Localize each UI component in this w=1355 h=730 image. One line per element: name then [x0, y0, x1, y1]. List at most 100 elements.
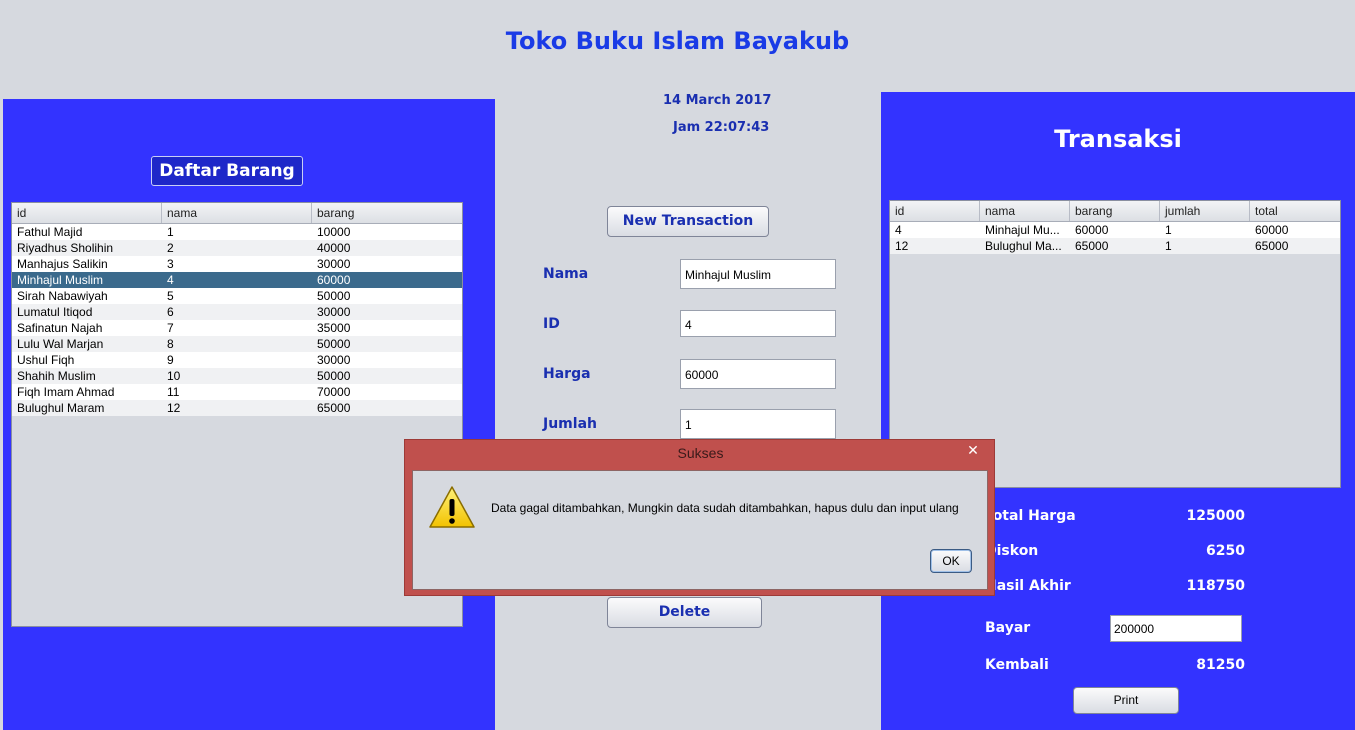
column-header-barang[interactable]: barang [312, 203, 462, 223]
table-cell: 30000 [317, 353, 351, 367]
sukses-dialog: Sukses ✕ Data gagal ditambahkan, Mungkin… [404, 439, 995, 596]
table-row[interactable]: Sirah Nabawiyah 5 50000 [12, 288, 462, 304]
table-row[interactable]: Lulu Wal Marjan 8 50000 [12, 336, 462, 352]
nama-label: Nama [543, 266, 589, 282]
table-cell: Fiqh Imam Ahmad [17, 385, 115, 399]
column-header-barang[interactable]: barang [1070, 201, 1160, 221]
hasil-akhir-value: 118750 [1186, 578, 1245, 594]
column-header-id[interactable]: id [12, 203, 162, 223]
column-header-nama[interactable]: nama [980, 201, 1070, 221]
table-cell: 40000 [317, 241, 351, 255]
table-cell: Bulughul Ma... [985, 239, 1062, 253]
table-cell: Shahih Muslim [17, 369, 96, 383]
table-cell: 60000 [1075, 223, 1109, 237]
table-cell: 30000 [317, 305, 351, 319]
id-field[interactable]: 4 [680, 310, 836, 337]
hasil-akhir-label: Hasil Akhir [985, 578, 1071, 594]
table-cell: 50000 [317, 369, 351, 383]
table-cell: Ushul Fiqh [17, 353, 75, 367]
table-row[interactable]: Lumatul Itiqod 6 30000 [12, 304, 462, 320]
dialog-body: Data gagal ditambahkan, Mungkin data sud… [412, 470, 988, 590]
date-label: 14 March 2017 [663, 93, 772, 108]
table-cell: 11 [167, 385, 180, 399]
table-cell: 60000 [317, 273, 351, 287]
table-cell: Minhajul Muslim [17, 273, 104, 287]
table-cell: 12 [167, 401, 181, 415]
daftar-barang-heading: Daftar Barang [151, 156, 303, 186]
table-cell: 4 [895, 223, 902, 237]
table-cell: 1 [1165, 239, 1172, 253]
transaksi-table-body: 4 Minhajul Mu... 60000 1 60000 12 Bulughul Ma.… [890, 222, 1340, 254]
table-cell: 70000 [317, 385, 351, 399]
barang-table-header: id nama barang [12, 203, 462, 224]
table-cell: Safinatun Najah [17, 321, 103, 335]
total-harga-label: Total Harga [985, 508, 1076, 524]
table-cell: 60000 [1255, 223, 1289, 237]
table-cell: 10 [167, 369, 181, 383]
table-row[interactable]: Fiqh Imam Ahmad 11 70000 [12, 384, 462, 400]
jumlah-label: Jumlah [543, 416, 597, 432]
jumlah-field[interactable]: 1 [680, 409, 836, 439]
table-cell: Manhajus Salikin [17, 257, 108, 271]
diskon-value: 6250 [1206, 543, 1245, 559]
table-row[interactable]: Manhajus Salikin 3 30000 [12, 256, 462, 272]
table-cell: 12 [895, 239, 909, 253]
column-header-nama[interactable]: nama [162, 203, 312, 223]
close-icon[interactable]: ✕ [958, 441, 988, 460]
table-row[interactable]: Minhajul Muslim 4 60000 [12, 272, 462, 288]
new-transaction-button[interactable]: New Transaction [607, 206, 769, 237]
table-cell: Riyadhus Sholihin [17, 241, 114, 255]
bayar-label: Bayar [985, 620, 1031, 636]
column-header-id[interactable]: id [890, 201, 980, 221]
table-cell: 65000 [1255, 239, 1289, 253]
column-header-total[interactable]: total [1250, 201, 1340, 221]
dialog-message: Data gagal ditambahkan, Mungkin data sud… [491, 501, 959, 515]
harga-label: Harga [543, 366, 591, 382]
table-row[interactable]: Bulughul Maram 12 65000 [12, 400, 462, 416]
table-cell: 35000 [317, 321, 351, 335]
table-cell: 8 [167, 337, 174, 351]
table-cell: 2 [167, 241, 174, 255]
warning-icon [429, 486, 475, 528]
table-row[interactable]: Fathul Majid 1 10000 [12, 224, 462, 240]
kembali-value: 81250 [1196, 657, 1245, 673]
app-title: Toko Buku Islam Bayakub [505, 27, 850, 55]
dialog-title: Sukses [677, 445, 724, 461]
table-cell: 9 [167, 353, 174, 367]
table-row[interactable]: Safinatun Najah 7 35000 [12, 320, 462, 336]
table-row[interactable]: Riyadhus Sholihin 2 40000 [12, 240, 462, 256]
table-cell: 3 [167, 257, 174, 271]
table-cell: 50000 [317, 289, 351, 303]
table-cell: Lulu Wal Marjan [17, 337, 104, 351]
kembali-label: Kembali [985, 657, 1049, 673]
table-cell: 5 [167, 289, 174, 303]
table-cell: Bulughul Maram [17, 401, 105, 415]
table-cell: 65000 [317, 401, 351, 415]
barang-table[interactable]: id nama barang Fathul Majid 1 10000 Riyadhu… [11, 202, 463, 627]
table-cell: 50000 [317, 337, 351, 351]
table-cell: 4 [167, 273, 174, 287]
barang-table-body: Fathul Majid 1 10000 Riyadhus Sholihin 2 4000… [12, 224, 462, 416]
transaksi-table-header: id nama barang jumlah total [890, 201, 1340, 222]
column-header-jumlah[interactable]: jumlah [1160, 201, 1250, 221]
table-cell: 6 [167, 305, 174, 319]
harga-field[interactable]: 60000 [680, 359, 836, 389]
print-button[interactable]: Print [1073, 687, 1179, 714]
bayar-field[interactable]: 200000 [1110, 615, 1242, 642]
nama-field[interactable]: Minhajul Muslim [680, 259, 836, 289]
time-label: Jam 22:07:43 [673, 120, 770, 135]
table-cell: Lumatul Itiqod [17, 305, 93, 319]
ok-button[interactable]: OK [930, 549, 972, 573]
delete-button[interactable]: Delete [607, 597, 762, 628]
table-cell: 30000 [317, 257, 351, 271]
table-row[interactable]: 12 Bulughul Ma... 65000 1 65000 [890, 238, 1340, 254]
table-row[interactable]: Shahih Muslim 10 50000 [12, 368, 462, 384]
table-cell: Fathul Majid [17, 225, 83, 239]
table-cell: 7 [167, 321, 174, 335]
table-cell: 65000 [1075, 239, 1109, 253]
table-row[interactable]: 4 Minhajul Mu... 60000 1 60000 [890, 222, 1340, 238]
table-cell: Minhajul Mu... [985, 223, 1060, 237]
table-cell: Sirah Nabawiyah [17, 289, 108, 303]
transaksi-heading: Transaksi [1054, 125, 1182, 153]
table-row[interactable]: Ushul Fiqh 9 30000 [12, 352, 462, 368]
